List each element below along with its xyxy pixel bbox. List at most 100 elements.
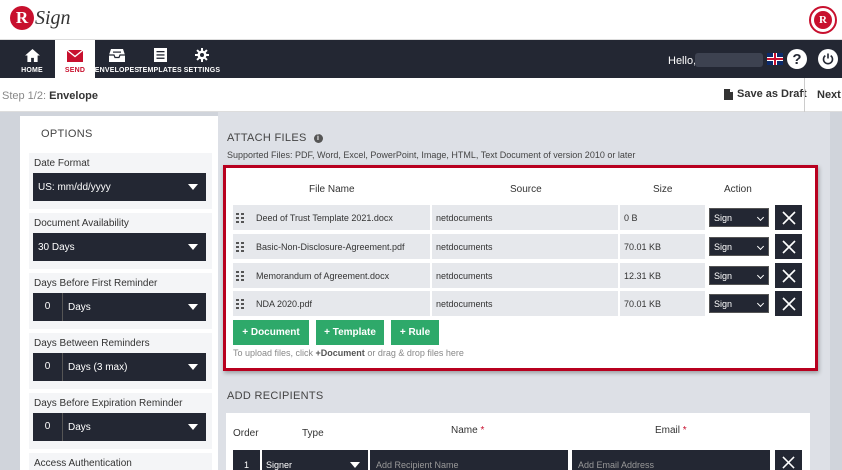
inbox-icon [109, 49, 125, 62]
add-rule-button[interactable]: + Rule [391, 320, 439, 345]
nav-envelopes[interactable]: ENVELOPES [95, 40, 139, 78]
step-bar [0, 78, 842, 112]
redacted-username [695, 53, 763, 67]
close-icon [782, 456, 795, 469]
file-source: netdocuments [436, 298, 493, 309]
expiration-reminder-input[interactable]: 0 [33, 413, 63, 441]
logo-mark: R [10, 6, 34, 30]
file-name: NDA 2020.pdf [256, 298, 313, 309]
rpost-seal-icon: R [809, 6, 837, 34]
caret-down-icon [188, 244, 198, 250]
save-draft-button[interactable]: Save as Draft [724, 88, 807, 100]
upload-hint: To upload files, click +Document or drag… [233, 348, 464, 358]
chevron-down-icon [756, 299, 765, 308]
file-action-select[interactable]: Sign [709, 208, 769, 227]
between-reminders-input[interactable]: 0 [33, 353, 63, 381]
nav-templates[interactable]: TEMPLATES [138, 40, 182, 78]
expiration-reminder-select[interactable]: Days [63, 422, 188, 433]
home-icon [24, 49, 40, 62]
step-indicator: Step 1/2: Envelope [2, 90, 99, 102]
recipient-order-input[interactable]: 1 [233, 450, 260, 470]
file-action-select[interactable]: Sign [709, 294, 769, 313]
gear-icon [195, 48, 209, 62]
recipient-email-input[interactable]: Add Email Address [572, 450, 770, 470]
file-action-select[interactable]: Sign [709, 237, 769, 256]
option-between-reminders: Days Between Reminders 0 Days (3 max) [29, 333, 212, 389]
add-template-button[interactable]: + Template [316, 320, 384, 345]
remove-file-button[interactable] [775, 291, 802, 316]
option-first-reminder: Days Before First Reminder 0 Days [29, 273, 212, 329]
first-reminder-input[interactable]: 0 [33, 293, 63, 321]
next-button[interactable]: Next [817, 89, 841, 101]
info-icon[interactable]: i [313, 133, 323, 143]
header-file-name: File Name [309, 184, 355, 195]
file-size: 70.01 KB [624, 298, 662, 309]
caret-down-icon [350, 462, 360, 468]
greeting: Hello, [668, 55, 697, 67]
file-action-select[interactable]: Sign [709, 266, 769, 285]
add-recipients-title: ADD RECIPIENTS [227, 390, 324, 402]
remove-file-button[interactable] [775, 263, 802, 288]
close-icon [781, 239, 796, 254]
option-date-format: Date Format US: mm/dd/yyyy [29, 153, 212, 209]
caret-down-icon [188, 304, 198, 310]
caret-down-icon [188, 424, 198, 430]
option-document-availability: Document Availability 30 Days [29, 213, 212, 269]
file-size: 12.31 KB [624, 270, 662, 281]
envelope-icon [67, 50, 83, 62]
help-icon[interactable]: ? [787, 49, 807, 69]
caret-down-icon [188, 184, 198, 190]
file-source: netdocuments [436, 270, 493, 281]
header-size: Size [653, 184, 673, 195]
supported-files-text: Supported Files: PDF, Word, Excel, Power… [227, 150, 636, 160]
rsign-logo[interactable]: R Sign [10, 6, 71, 30]
chevron-down-icon [756, 271, 765, 280]
add-document-button[interactable]: + Document [233, 320, 309, 345]
logo-text: Sign [35, 6, 71, 29]
header-email: Email * [655, 425, 687, 436]
stepbar-divider [804, 78, 805, 112]
remove-file-button[interactable] [775, 205, 802, 230]
drag-handle-icon[interactable] [236, 242, 244, 252]
file-source: netdocuments [436, 241, 493, 252]
nav-settings[interactable]: SETTINGS [183, 40, 221, 78]
first-reminder-select[interactable]: Days [63, 302, 188, 313]
header-order: Order [233, 428, 259, 439]
file-name: Basic-Non-Disclosure-Agreement.pdf [256, 241, 405, 252]
recipient-type-select[interactable]: Signer [262, 450, 368, 470]
drag-handle-icon[interactable] [236, 271, 244, 281]
recipient-name-input[interactable]: Add Recipient Name [370, 450, 568, 470]
options-title: OPTIONS [41, 128, 93, 140]
nav-home[interactable]: HOME [12, 40, 52, 78]
top-bar: R Sign R [0, 0, 842, 40]
drag-handle-icon[interactable] [236, 213, 244, 223]
chevron-down-icon [756, 242, 765, 251]
document-availability-select[interactable]: 30 Days [33, 233, 206, 261]
drag-handle-icon[interactable] [236, 299, 244, 309]
power-icon[interactable] [818, 49, 838, 69]
nav-send[interactable]: SEND [55, 40, 95, 78]
close-icon [781, 296, 796, 311]
close-icon [781, 268, 796, 283]
remove-file-button[interactable] [775, 234, 802, 259]
close-icon [781, 210, 796, 225]
between-reminders-select[interactable]: Days (3 max) [63, 362, 188, 373]
file-name: Memorandum of Agreement.docx [256, 270, 390, 281]
chevron-down-icon [756, 213, 765, 222]
caret-down-icon [188, 364, 198, 370]
file-size: 0 B [624, 212, 638, 223]
header-source: Source [510, 184, 542, 195]
header-type: Type [302, 428, 324, 439]
attach-files-title: ATTACH FILES i [227, 132, 323, 144]
option-expiration-reminder: Days Before Expiration Reminder 0 Days [29, 393, 212, 449]
file-name: Deed of Trust Template 2021.docx [256, 212, 393, 223]
date-format-select[interactable]: US: mm/dd/yyyy [33, 173, 206, 201]
file-size: 70.01 KB [624, 241, 662, 252]
option-access-authentication: Access Authentication [29, 453, 212, 470]
remove-recipient-button[interactable] [775, 450, 802, 470]
uk-flag-icon[interactable] [767, 53, 783, 65]
header-action: Action [724, 184, 752, 195]
document-icon [724, 88, 733, 100]
document-icon [153, 48, 167, 62]
header-name: Name * [451, 425, 485, 436]
